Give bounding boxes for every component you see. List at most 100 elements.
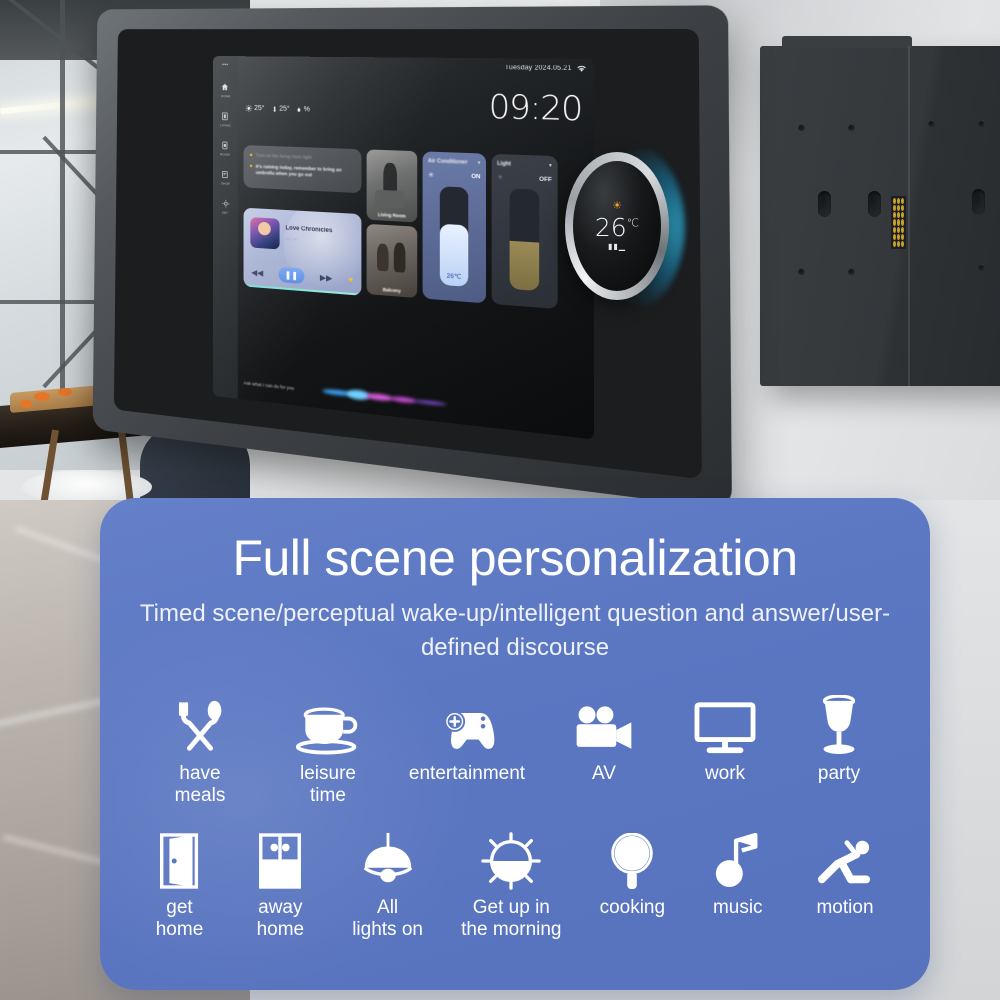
track-artist: — · — (285, 235, 297, 242)
sidebar-item-home[interactable]: HOME (220, 82, 230, 98)
brightness-slider[interactable] (509, 188, 540, 292)
scene-label: AV (592, 762, 616, 784)
sidebar-label: SHOP (220, 181, 230, 186)
scene-label: All lights on (352, 896, 423, 940)
screen-status-bar: Tuesday 2024.05.21 (244, 61, 587, 72)
scene-item-away-home[interactable]: away home (229, 825, 332, 941)
album-art (250, 217, 280, 250)
sidebar-item-living[interactable]: LIVING (219, 111, 231, 127)
music-player-card[interactable]: Love Chronicles — · — ◀◀ ❚❚ ▶▶ ♥ (243, 207, 362, 296)
cutlery-icon (169, 691, 231, 757)
scene-item-leisure-time[interactable]: leisure time (264, 691, 392, 807)
running-person-icon (814, 825, 876, 891)
bracket-fold (908, 46, 910, 386)
chevron-down-icon[interactable]: ▾ (549, 162, 552, 169)
pin-icon: ● (249, 152, 253, 159)
voice-prompt-text: Ask what I can do for you (243, 379, 295, 391)
keyhole-slot (868, 191, 881, 217)
screen-sidebar: ••• HOME LIVING ROOM SHOP SET (213, 56, 238, 399)
scene-item-all-lights-on[interactable]: All lights on (332, 825, 444, 941)
power-state[interactable]: ON (471, 174, 480, 181)
heart-icon[interactable]: ♥ (348, 275, 353, 285)
marketing-panel: Full scene personalization Timed scene/p… (100, 498, 930, 990)
voice-text: It's raining today, remember to bring an… (255, 163, 342, 178)
touch-screen[interactable]: ••• HOME LIVING ROOM SHOP SET Tuesday 20… (213, 56, 594, 440)
scene-item-av[interactable]: AV (542, 691, 666, 785)
food-item (20, 400, 32, 408)
screw-hole (848, 124, 855, 131)
bracket-tab (782, 36, 912, 48)
power-state[interactable]: OFF (539, 176, 552, 183)
scene-label: have meals (174, 762, 226, 806)
snowflake-icon: ✳ (427, 171, 435, 180)
chevron-down-icon[interactable]: ▾ (478, 160, 481, 167)
pin-icon: ● (249, 163, 253, 170)
camera-label: Living Room (377, 211, 406, 219)
page-subtitle: Timed scene/perceptual wake-up/intellige… (139, 599, 891, 661)
wifi-icon (576, 64, 587, 72)
screw-hole (978, 120, 985, 127)
thermometer-icon (273, 106, 276, 112)
sunrise-icon (480, 825, 542, 891)
voice-assistant-card[interactable]: ● Turn on the living room light ● It's r… (243, 145, 362, 194)
menu-dots-icon[interactable]: ••• (222, 62, 228, 68)
scene-item-music[interactable]: music (686, 825, 791, 919)
light-control-card[interactable]: Light ▾ ☀ OFF (491, 153, 558, 310)
card-header: Air Conditioner ▾ (428, 158, 480, 166)
scene-item-get-home[interactable]: get home (130, 825, 229, 941)
bulb-icon: ☀ (497, 174, 504, 182)
gamepad-icon (433, 691, 501, 757)
window-icon (254, 825, 306, 891)
scene-item-work[interactable]: work (666, 691, 784, 785)
scene-item-motion[interactable]: motion (790, 825, 900, 919)
clock-display: 09:20 (488, 88, 583, 130)
camera-card[interactable]: Balcony (366, 223, 418, 299)
sidebar-item-room[interactable]: ROOM (220, 140, 231, 156)
keyhole-slot (972, 189, 985, 215)
scene-item-cooking[interactable]: cooking (579, 825, 685, 919)
sun-icon: ☀ (612, 200, 622, 212)
food-item (58, 388, 72, 396)
sidebar-item-settings[interactable]: SET (221, 198, 230, 215)
wine-glass-icon (812, 691, 866, 757)
card-state-row: ✳ ON (428, 171, 480, 182)
scene-item-entertainment[interactable]: entertainment (392, 691, 542, 785)
voice-line: ● Turn on the living room light (249, 152, 355, 163)
screw-hole (928, 120, 935, 127)
scene-item-get-up-morning[interactable]: Get up in the morning (444, 825, 580, 941)
humidity-icon (297, 107, 301, 112)
camera-figure (393, 242, 406, 273)
food-item (34, 392, 50, 401)
scene-item-have-meals[interactable]: have meals (136, 691, 264, 807)
scene-label: entertainment (408, 762, 526, 784)
ac-control-card[interactable]: Air Conditioner ▾ ✳ ON 26℃ (422, 151, 487, 304)
status-date: Tuesday 2024.05.21 (504, 64, 572, 72)
scene-label: work (704, 762, 746, 784)
camera-card[interactable]: Living Room (366, 149, 418, 223)
camera-label: Balcony (382, 286, 401, 294)
home-icon (222, 83, 229, 91)
device-name: Light (497, 160, 511, 168)
keyhole-slot (818, 191, 831, 217)
knob-bezel-ring[interactable]: ☀ 26℃ ▮▮▁ (565, 152, 669, 300)
scene-row: have meals leisure time entertainment AV… (130, 691, 900, 807)
sidebar-label: ROOM (220, 152, 231, 157)
thermostat-knob[interactable]: ☀ 26℃ ▮▮▁ (565, 140, 685, 315)
screw-hole (848, 268, 855, 275)
weather-outdoor: 25° (245, 104, 265, 113)
scene-item-party[interactable]: party (784, 691, 894, 785)
camera-previews: Living Room Balcony (366, 149, 418, 299)
scene-label: motion (816, 896, 874, 918)
smart-home-panel-device: ••• HOME LIVING ROOM SHOP SET Tuesday 20… (92, 5, 1000, 510)
scene-label: get home (155, 896, 204, 940)
sidebar-item-scene[interactable]: SHOP (220, 169, 230, 186)
skip-next-icon[interactable]: ▶▶ (320, 272, 332, 282)
pause-icon[interactable]: ❚❚ (278, 266, 305, 285)
voice-text: Turn on the living room light (255, 152, 312, 160)
temperature-slider[interactable]: 26℃ (439, 186, 469, 287)
voice-line: ● It's raining today, remember to bring … (249, 163, 355, 181)
skip-previous-icon[interactable]: ◀◀ (251, 267, 263, 277)
monitor-icon (692, 691, 758, 757)
signal-icon: ▮▮▁ (608, 242, 626, 251)
weather-value: 25° (254, 104, 265, 113)
